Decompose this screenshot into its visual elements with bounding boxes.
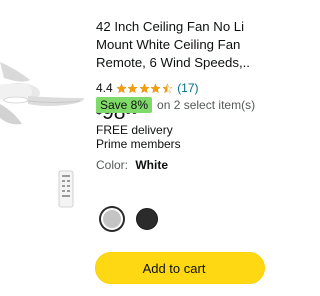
product-title-line-1: 42 Inch Ceiling Fan No Li [96,19,245,34]
product-title-line-2: Mount White Ceiling Fan [96,37,241,52]
add-to-cart-label: Add to cart [142,260,206,276]
color-value: White [135,158,169,172]
save-badge: Save 8% [96,97,153,113]
color-selector-label: Color: White [96,158,168,172]
product-title[interactable]: 42 Inch Ceiling Fan No Li Mount White Ce… [96,18,266,72]
star-full-icon [116,82,127,93]
rating-value: 4.4 [96,81,113,95]
star-full-icon [139,82,150,93]
delivery-info: FREE delivery Prime members [96,123,181,151]
product-title-line-3: Remote, 6 Wind Speeds,.. [96,55,250,70]
save-description: on 2 select item(s) [157,98,256,112]
rating-row[interactable]: 4.4 (17) [96,80,199,96]
rating-stars [116,82,174,94]
star-full-icon [150,82,161,93]
color-label: Color: [96,158,129,172]
savings-row[interactable]: Save 8% on 2 select item(s) [96,95,255,115]
delivery-line-1: FREE delivery [96,123,173,137]
color-swatch-white[interactable] [101,208,123,230]
add-to-cart-button[interactable]: Add to cart [95,252,265,284]
color-swatch-black[interactable] [136,208,158,230]
product-image[interactable] [0,0,88,296]
rating-count-link[interactable]: (17) [177,81,198,95]
delivery-line-2: Prime members [96,137,181,151]
ceiling-fan-image [0,62,84,125]
star-half-icon [162,82,173,93]
star-full-icon [127,82,138,93]
remote-control-image [58,170,74,208]
